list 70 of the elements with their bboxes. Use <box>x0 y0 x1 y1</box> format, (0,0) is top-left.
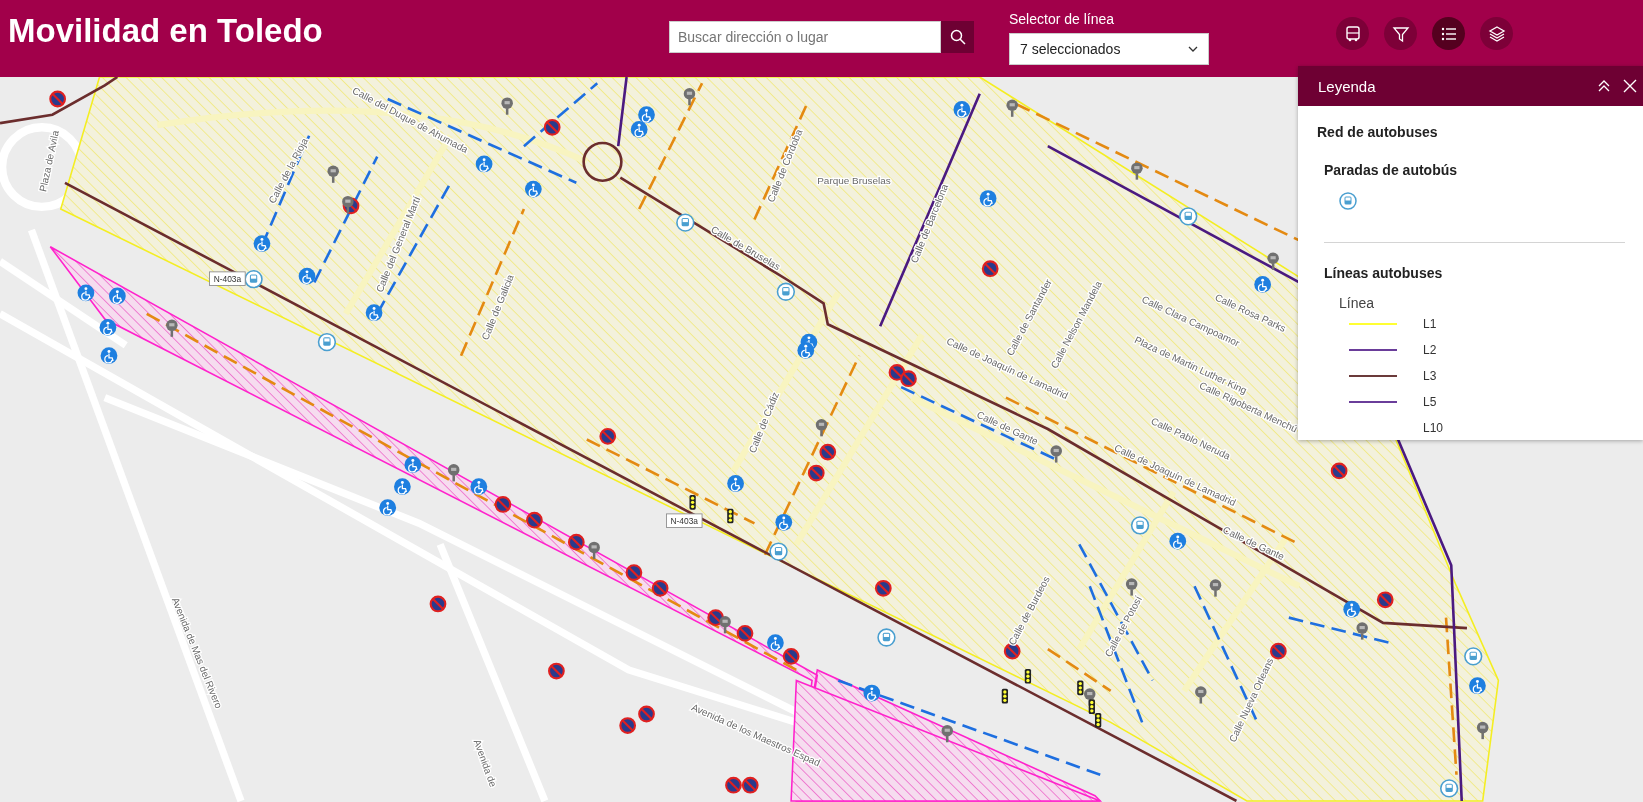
no-parking-icon[interactable] <box>1330 462 1348 480</box>
traffic-light-icon[interactable] <box>1001 688 1008 704</box>
filter-tool-button[interactable] <box>1384 17 1417 50</box>
no-parking-icon[interactable] <box>741 776 759 794</box>
legend-item-label: L2 <box>1423 343 1437 357</box>
traffic-light-icon[interactable] <box>727 508 734 524</box>
search-button[interactable] <box>941 20 974 53</box>
selector-label: Selector de línea <box>1009 10 1116 27</box>
search-field[interactable]: Buscar dirección o lugar <box>669 20 941 53</box>
road-shield: N-403a <box>666 513 703 528</box>
legend-layer-title: Red de autobuses <box>1317 124 1439 140</box>
traffic-light-icon[interactable] <box>1024 668 1032 684</box>
legend-field-label: Línea <box>1339 295 1376 311</box>
no-parking-icon[interactable] <box>736 624 754 642</box>
no-parking-icon[interactable] <box>494 496 512 513</box>
bus-icon <box>1343 24 1362 43</box>
no-parking-icon[interactable] <box>548 662 565 680</box>
no-parking-icon[interactable] <box>599 427 617 445</box>
street-label: Calle de Cádiz <box>746 390 781 455</box>
traffic-light-icon[interactable] <box>1077 680 1084 696</box>
street-label: Plaza de Avila <box>37 129 61 193</box>
no-parking-icon[interactable] <box>526 511 543 529</box>
legend-item-label: L3 <box>1423 369 1437 383</box>
no-parking-icon[interactable] <box>782 648 800 665</box>
parking-meter-icon[interactable] <box>1267 252 1279 270</box>
street-label: Calle de Gante <box>1221 524 1286 563</box>
no-parking-icon[interactable] <box>1376 591 1394 609</box>
app-title: Movilidad en Toledo <box>7 12 324 50</box>
no-parking-icon[interactable] <box>651 579 669 597</box>
bus-tool-button[interactable] <box>1336 17 1369 50</box>
parking-meter-icon[interactable] <box>719 616 731 634</box>
traffic-light-icon[interactable] <box>1095 712 1102 728</box>
legend-item-label: L10 <box>1423 421 1444 435</box>
no-parking-icon[interactable] <box>567 533 585 551</box>
line-dropdown[interactable]: 7 seleccionados <box>1009 32 1209 65</box>
no-parking-icon[interactable] <box>49 90 66 108</box>
wheelchair-icon[interactable] <box>1343 600 1361 618</box>
no-parking-icon[interactable] <box>819 443 837 461</box>
no-parking-icon[interactable] <box>429 595 447 613</box>
traffic-light-icon[interactable] <box>689 495 696 510</box>
chevron-down-icon <box>1188 45 1198 52</box>
no-parking-icon[interactable] <box>638 705 655 723</box>
bus-stop-icon[interactable] <box>1179 207 1198 226</box>
no-parking-icon[interactable] <box>625 564 643 581</box>
layers-icon <box>1487 24 1506 43</box>
layers-tool-button[interactable] <box>1480 17 1513 50</box>
legend-item-label: L5 <box>1423 395 1437 409</box>
collapse-icon[interactable] <box>1597 79 1611 93</box>
bus-stop-icon <box>1339 192 1357 210</box>
list-tool-button[interactable] <box>1432 17 1465 50</box>
bus-stop-icon[interactable] <box>769 542 788 561</box>
no-parking-icon[interactable] <box>543 118 561 136</box>
legend-item-label: L1 <box>1423 317 1437 331</box>
legend-group-title: Líneas autobuses <box>1324 265 1444 281</box>
road-shield: N-403a <box>209 271 246 286</box>
no-parking-icon[interactable] <box>725 776 742 794</box>
no-parking-icon[interactable] <box>981 260 999 278</box>
no-parking-icon[interactable] <box>619 717 637 734</box>
no-parking-icon[interactable] <box>807 464 825 482</box>
legend-group-title: Paradas de autobús <box>1324 162 1459 178</box>
search-icon <box>949 28 966 45</box>
bus-stop-icon[interactable] <box>776 282 796 301</box>
no-parking-icon[interactable] <box>1269 642 1287 660</box>
close-icon[interactable] <box>1623 79 1637 93</box>
parking-meter-icon[interactable] <box>342 195 354 214</box>
filter-icon <box>1391 24 1410 43</box>
legend-title: Leyenda <box>1318 77 1377 95</box>
wheelchair-icon[interactable] <box>953 101 971 118</box>
bus-stop-icon[interactable] <box>676 213 695 232</box>
traffic-light-icon[interactable] <box>1088 699 1095 714</box>
